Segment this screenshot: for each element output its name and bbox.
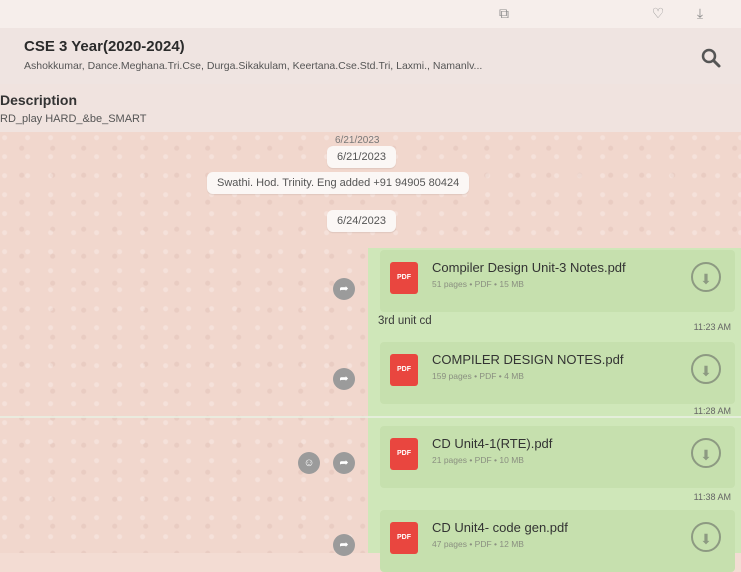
download-icon[interactable]: ⬇: [691, 438, 721, 468]
description-title: Description: [0, 92, 78, 108]
pdf-icon: PDF: [390, 438, 418, 470]
document-card[interactable]: PDF CD Unit4- code gen.pdf 47 pages • PD…: [380, 510, 735, 572]
pdf-icon: PDF: [390, 262, 418, 294]
document-card[interactable]: PDF Compiler Design Unit-3 Notes.pdf 51 …: [380, 250, 735, 312]
pdf-icon: PDF: [390, 522, 418, 554]
search-icon[interactable]: [699, 46, 723, 70]
heart-icon: ♡: [651, 5, 665, 21]
date-chip: 6/21/2023: [327, 146, 396, 168]
system-message: Swathi. Hod. Trinity. Eng added +91 9490…: [207, 172, 470, 194]
chat-area[interactable]: 6/21/2023 6/21/2023 Swathi. Hod. Trinity…: [0, 132, 741, 572]
date-chip: 6/24/2023: [327, 210, 396, 232]
document-name: COMPILER DESIGN NOTES.pdf: [432, 352, 624, 367]
message-time: 11:38 AM: [693, 492, 731, 502]
document-meta: 159 pages • PDF • 4 MB: [432, 371, 524, 381]
forward-icon[interactable]: ➦: [333, 278, 355, 300]
download-icon[interactable]: ⬇: [691, 522, 721, 552]
message-bubble[interactable]: PDF CD Unit4-1(RTE).pdf 21 pages • PDF •…: [368, 422, 741, 508]
document-meta: 47 pages • PDF • 12 MB: [432, 539, 524, 549]
message-time: 11:28 AM: [693, 406, 731, 416]
description-bar[interactable]: Description RD_play HARD_&be_SMART: [0, 84, 741, 132]
date-ghost: 6/21/2023: [335, 135, 380, 146]
message-time: 11:23 AM: [693, 322, 731, 332]
document-name: CD Unit4-1(RTE).pdf: [432, 436, 553, 451]
group-title: CSE 3 Year(2020-2024): [24, 38, 185, 55]
document-meta: 51 pages • PDF • 15 MB: [432, 279, 524, 289]
message-bubble[interactable]: PDF Compiler Design Unit-3 Notes.pdf 51 …: [368, 248, 741, 340]
message-bubble[interactable]: PDF COMPILER DESIGN NOTES.pdf 159 pages …: [368, 340, 741, 422]
pdf-icon: PDF: [390, 354, 418, 386]
status-bar: ⧉ ♡ ⤓: [0, 0, 741, 28]
forward-icon[interactable]: ➦: [333, 368, 355, 390]
message-bubble[interactable]: PDF CD Unit4- code gen.pdf 47 pages • PD…: [368, 508, 741, 572]
description-text: RD_play HARD_&be_SMART: [0, 113, 147, 125]
chat-header[interactable]: CSE 3 Year(2020-2024) Ashokkumar, Dance.…: [0, 28, 741, 85]
document-name: Compiler Design Unit-3 Notes.pdf: [432, 260, 626, 275]
scan-line: [0, 416, 741, 418]
download-tray-icon: ⤓: [696, 5, 704, 21]
forward-icon[interactable]: ➦: [333, 452, 355, 474]
download-icon[interactable]: ⬇: [691, 354, 721, 384]
document-meta: 21 pages • PDF • 10 MB: [432, 455, 524, 465]
emoji-react-icon[interactable]: ☺: [298, 452, 320, 474]
window-icon: ⧉: [499, 5, 509, 21]
document-card[interactable]: PDF CD Unit4-1(RTE).pdf 21 pages • PDF •…: [380, 426, 735, 488]
document-name: CD Unit4- code gen.pdf: [432, 520, 568, 535]
group-members: Ashokkumar, Dance.Meghana.Tri.Cse, Durga…: [24, 60, 483, 72]
message-caption: 3rd unit cd: [378, 315, 432, 327]
document-card[interactable]: PDF COMPILER DESIGN NOTES.pdf 159 pages …: [380, 342, 735, 404]
download-icon[interactable]: ⬇: [691, 262, 721, 292]
